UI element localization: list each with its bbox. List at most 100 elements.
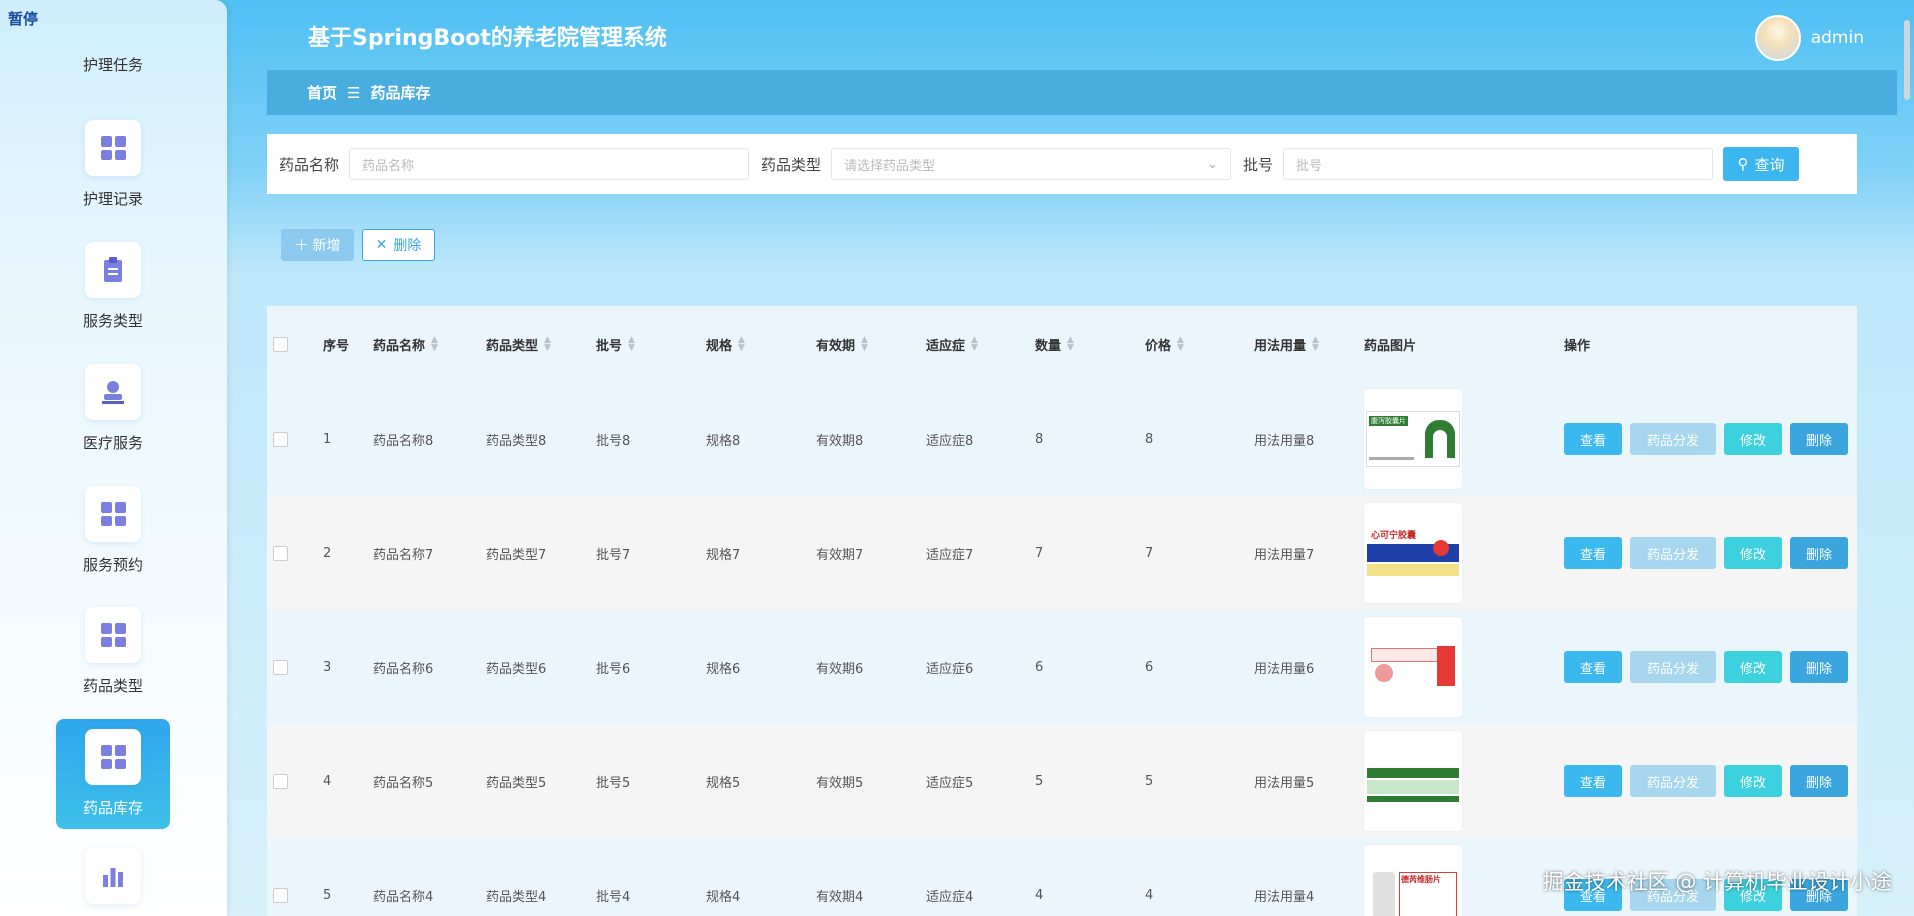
row-checkbox[interactable] [273,659,288,675]
view-button[interactable]: 查看 [1564,651,1622,683]
batch-input[interactable]: 批号 [1283,148,1714,180]
view-button[interactable]: 查看 [1564,423,1622,455]
col-header-spec[interactable]: 规格 ▲ ▼ [706,306,745,382]
delete-button[interactable]: 删除 [1790,423,1848,455]
search-bar: 药品名称 药品名称 药品类型 请选择药品类型 ⌄ 批号 批号 ⚲ 查询 [267,134,1857,194]
grid-icon [85,486,141,542]
cell-type: 药品类型4 [486,889,547,905]
cell-price: 7 [1145,545,1154,561]
col-header-label: 数量 [1035,338,1062,354]
cell-indication: 适应症5 [926,775,974,791]
add-button-label: 新增 [312,238,341,254]
cell-usage: 用法用量5 [1254,775,1315,791]
close-icon: ✕ [375,237,388,253]
grid-icon [85,607,141,663]
cell-price: 4 [1145,887,1154,903]
avatar[interactable] [1754,15,1801,61]
cell-batch: 批号4 [596,889,631,905]
col-header-price[interactable]: 价格 ▲ ▼ [1145,306,1184,382]
col-header-label: 价格 [1145,338,1172,354]
distribute-button[interactable]: 药品分发 [1630,537,1716,569]
view-button[interactable]: 查看 [1564,765,1622,797]
scrollbar[interactable] [1904,20,1910,100]
cell-expiry: 有效期5 [816,775,864,791]
user-menu[interactable]: admin [1754,15,1864,61]
cell-name: 药品名称6 [373,661,434,677]
sidebar-item-service-type[interactable]: 服务类型 [56,232,170,342]
drug-type-select[interactable]: 请选择药品类型 ⌄ [831,148,1232,180]
cell-type: 药品类型6 [486,661,547,677]
cell-expiry: 有效期8 [816,433,864,449]
cell-batch: 批号8 [596,433,631,449]
drug-image[interactable]: 心可宁胶囊 [1364,503,1462,603]
batch-delete-button[interactable]: ✕ 删除 [362,229,435,261]
distribute-button[interactable]: 药品分发 [1630,765,1716,797]
sidebar-item-label: 药品类型 [82,677,143,695]
delete-button[interactable]: 删除 [1790,651,1848,683]
cell-batch: 批号6 [596,661,631,677]
sidebar-item-nursing-task[interactable]: 护理任务 [56,0,170,86]
row-checkbox[interactable] [273,773,288,789]
drug-image[interactable] [1364,617,1462,717]
sidebar-item-medical-service[interactable]: 医疗服务 [56,354,170,464]
view-button[interactable]: 查看 [1564,537,1622,569]
col-header-batch[interactable]: 批号 ▲ ▼ [596,306,635,382]
sidebar-item-drug-stock[interactable]: 药品库存 [56,719,170,829]
stamp-icon [85,364,141,420]
col-header-indication[interactable]: 适应症 ▲ ▼ [926,306,978,382]
add-button[interactable]: ＋ 新增 [281,229,354,261]
col-header-type[interactable]: 药品类型 ▲ ▼ [486,306,551,382]
table-header: 序号 药品名称 ▲ ▼ 药品类型 ▲ ▼ 批号 ▲ ▼ 规格 ▲ ▼ 有效期 ▲ ▼ 适应症 ▲ ▼ 数… [267,306,1857,382]
edit-button[interactable]: 修改 [1724,651,1782,683]
drug-image[interactable]: 腹泻胶囊片 [1364,389,1462,489]
query-button-label: 查询 [1754,155,1785,174]
delete-button[interactable]: 删除 [1790,537,1848,569]
sidebar-item-label: 服务预约 [82,556,143,574]
sidebar-item-statistics[interactable] [56,838,170,916]
cell-expiry: 有效期4 [816,889,864,905]
col-header-usage[interactable]: 用法用量 ▲ ▼ [1254,306,1319,382]
sidebar-item-nursing-record[interactable]: 护理记录 [56,110,170,220]
row-checkbox[interactable] [273,887,288,903]
edit-button[interactable]: 修改 [1724,765,1782,797]
col-header-name[interactable]: 药品名称 ▲ ▼ [373,306,438,382]
drug-image-text: 心可宁胶囊 [1371,531,1417,541]
cell-batch: 批号5 [596,775,631,791]
edit-button[interactable]: 修改 [1724,423,1782,455]
cell-type: 药品类型7 [486,547,547,563]
row-checkbox[interactable] [273,431,288,447]
sidebar-item-service-booking[interactable]: 服务预约 [56,476,170,586]
cell-name: 药品名称7 [373,547,434,563]
drug-image[interactable] [1364,731,1462,831]
sort-icon: ▲ ▼ [1067,335,1074,353]
col-header-label: 用法用量 [1254,338,1307,354]
cell-price: 5 [1145,773,1154,789]
delete-button[interactable]: 删除 [1790,765,1848,797]
drug-name-label: 药品名称 [279,155,340,174]
search-icon: ⚲ [1737,155,1749,173]
query-button[interactable]: ⚲ 查询 [1723,147,1800,181]
sidebar-item-label: 药品库存 [82,799,143,817]
username: admin [1810,28,1864,48]
breadcrumb-home[interactable]: 首页 [307,82,337,103]
sort-icon: ▲ ▼ [431,335,438,353]
distribute-button[interactable]: 药品分发 [1630,651,1716,683]
sort-icon: ▲ ▼ [1177,335,1184,353]
plus-icon: ＋ [294,238,309,254]
sidebar-item-drug-type[interactable]: 药品类型 [56,597,170,707]
drug-image[interactable]: 德芮维肠片 [1364,845,1462,916]
col-header-qty[interactable]: 数量 ▲ ▼ [1035,306,1074,382]
cell-indication: 适应症7 [926,547,974,563]
distribute-button[interactable]: 药品分发 [1630,423,1716,455]
sidebar: 暂停 护理任务 护理记录 服务类型 医疗服务 服务预约 药品类型 药品库存 [0,0,227,916]
cell-name: 药品名称4 [373,889,434,905]
edit-button[interactable]: 修改 [1724,537,1782,569]
col-header-expiry[interactable]: 有效期 ▲ ▼ [816,306,868,382]
row-checkbox[interactable] [273,545,288,561]
drug-name-input[interactable]: 药品名称 [349,148,750,180]
sidebar-item-label: 护理记录 [82,190,143,208]
select-all-checkbox[interactable] [273,336,288,352]
table-row: 3 药品名称6 药品类型6 批号6 规格6 有效期6 适应症6 6 6 用法用量… [267,610,1857,724]
sidebar-item-label: 医疗服务 [82,434,143,452]
cell-spec: 规格4 [706,889,741,905]
